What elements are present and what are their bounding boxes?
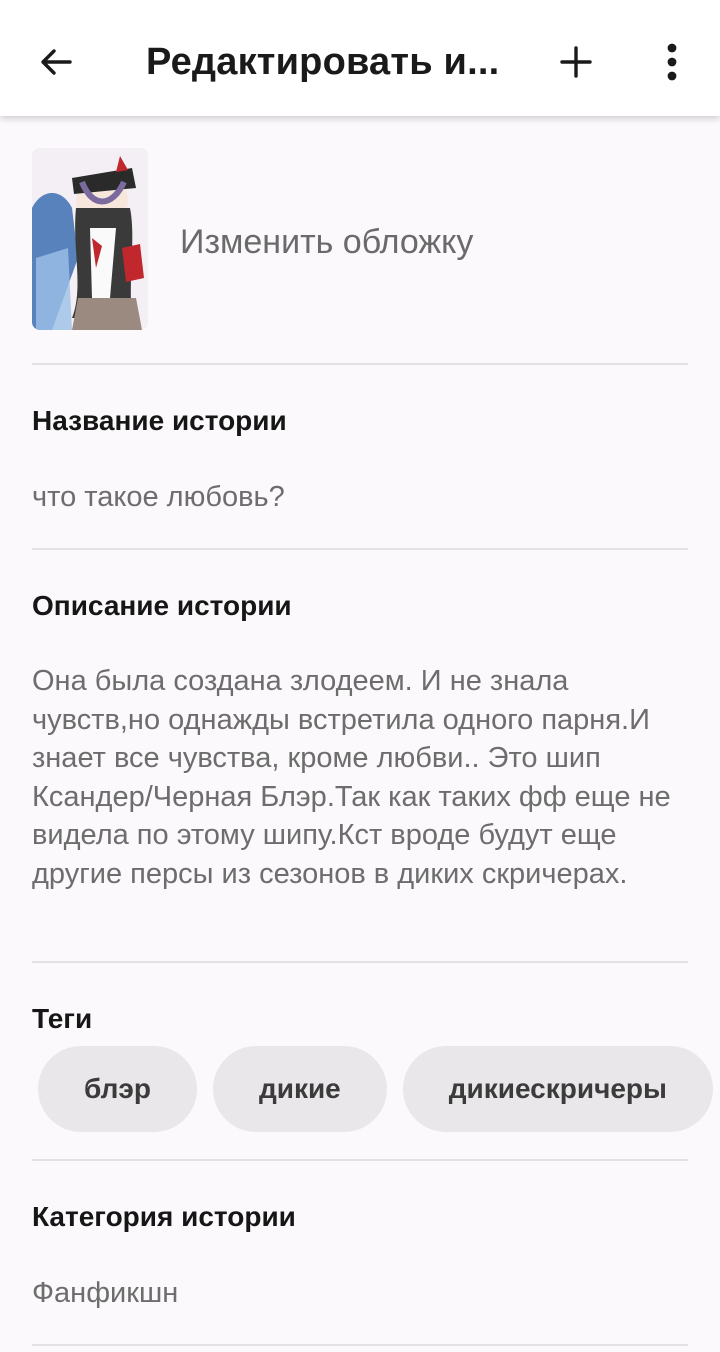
more-options-button[interactable]: [648, 34, 696, 90]
divider: [32, 363, 688, 365]
page-title: Редактировать и...: [146, 41, 500, 83]
category-label: Категория истории: [32, 1201, 296, 1232]
cover-row[interactable]: Изменить обложку: [32, 148, 688, 332]
divider: [32, 548, 688, 550]
divider: [32, 961, 688, 963]
tag-chip[interactable]: блэр: [38, 1046, 197, 1132]
back-button[interactable]: [30, 36, 82, 88]
story-description-label: Описание истории: [32, 590, 292, 621]
tags-label: Теги: [32, 1003, 93, 1034]
app-bar: Редактировать и...: [0, 0, 720, 116]
divider: [32, 1159, 688, 1161]
add-part-button[interactable]: [548, 34, 604, 90]
category-field[interactable]: Фанфикшн: [32, 1274, 692, 1313]
story-title-field[interactable]: что такое любовь?: [32, 478, 692, 517]
tag-chip[interactable]: дикиескричеры: [402, 1046, 713, 1132]
tag-list: блэр дикие дикиескричеры: [38, 1046, 720, 1132]
change-cover-label[interactable]: Изменить обложку: [180, 222, 473, 262]
cover-image[interactable]: [32, 148, 148, 330]
more-vertical-icon: [667, 43, 677, 81]
plus-icon: [560, 46, 592, 78]
divider: [32, 1344, 688, 1346]
story-title-label: Название истории: [32, 405, 287, 436]
arrow-left-icon: [41, 49, 72, 75]
story-description-field[interactable]: Она была создана злодеем. И не знала чув…: [32, 662, 692, 893]
cover-illustration: [32, 148, 148, 330]
tag-chip[interactable]: дикие: [212, 1046, 387, 1132]
